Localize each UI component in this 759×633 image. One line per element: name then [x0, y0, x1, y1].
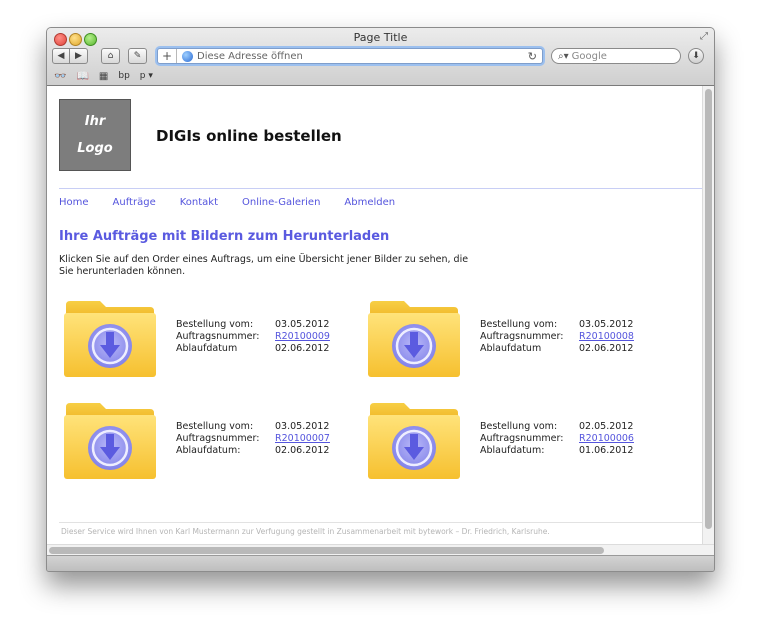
reading-list-icon[interactable]: 👓: [54, 71, 66, 82]
header-divider: [59, 188, 704, 189]
back-arrow-icon: ◀: [57, 51, 65, 61]
pencil-icon: ✎: [133, 51, 142, 61]
order-number-label: Auftragsnummer:: [480, 433, 564, 444]
nav-contact[interactable]: Kontakt: [180, 197, 218, 208]
expiry-label: Ablaufdatum: [176, 343, 238, 354]
nav-online-galleries[interactable]: Online-Galerien: [242, 197, 320, 208]
vertical-scrollbar[interactable]: [702, 86, 714, 544]
expiry-label: Ablaufdatum:: [480, 445, 545, 456]
address-input[interactable]: Diese Adresse öffnen: [197, 51, 528, 62]
download-folder-icon[interactable]: [366, 397, 462, 481]
order-number-link[interactable]: R20100008: [579, 331, 634, 342]
expiry-date: 01.06.2012: [579, 445, 634, 456]
bookmarks-bar: 👓 📖 ▦ bp p ▾: [54, 69, 153, 83]
search-icon: ⌕▾: [558, 50, 569, 62]
home-icon: ⌂: [107, 51, 114, 61]
browser-toolbar: Page Title ⤢ ◀ ▶ ⌂ ✎ + Diese Adresse öff…: [47, 28, 714, 86]
order-card: Bestellung vom: 02.05.2012 Auftragsnummer…: [366, 397, 666, 485]
ordered-label: Bestellung vom:: [176, 319, 254, 330]
nav-logout[interactable]: Abmelden: [344, 197, 395, 208]
search-field[interactable]: ⌕▾ Google: [551, 48, 681, 64]
page-viewport: Ihr Logo DIGIs online bestellen Home Auf…: [47, 86, 714, 544]
intro-text: Klicken Sie auf den Order eines Auftrags…: [59, 254, 469, 277]
forward-button[interactable]: ▶: [70, 48, 88, 64]
order-date: 03.05.2012: [579, 319, 634, 330]
bookmark-folder[interactable]: p ▾: [140, 71, 153, 81]
order-number-label: Auftragsnummer:: [176, 433, 260, 444]
order-card: Bestellung vom: 03.05.2012 Auftragsnummer…: [62, 397, 362, 485]
footer-text: Dieser Service wird Ihnen von Karl Muste…: [61, 527, 550, 536]
order-number-label: Auftragsnummer:: [176, 331, 260, 342]
vertical-scroll-thumb[interactable]: [705, 89, 712, 529]
download-folder-icon[interactable]: [62, 295, 158, 379]
order-number-link[interactable]: R20100009: [275, 331, 330, 342]
site-logo: Ihr Logo: [59, 99, 131, 171]
download-icon: ⬇: [692, 51, 700, 61]
ordered-label: Bestellung vom:: [480, 421, 558, 432]
add-bookmark-icon[interactable]: +: [158, 49, 177, 63]
order-card: Bestellung vom: 03.05.2012 Auftragsnummer…: [366, 295, 666, 383]
bookmarks-book-icon[interactable]: 📖: [76, 71, 88, 82]
order-info: Bestellung vom: 03.05.2012 Auftragsnummer…: [480, 319, 634, 355]
status-bar: [47, 555, 714, 571]
order-date: 03.05.2012: [275, 319, 330, 330]
search-input[interactable]: Google: [572, 51, 607, 62]
fullscreen-icon[interactable]: ⤢: [700, 31, 708, 42]
expiry-label: Ablaufdatum:: [176, 445, 241, 456]
expiry-date: 02.06.2012: [275, 343, 330, 354]
top-sites-grid-icon[interactable]: ▦: [99, 71, 108, 82]
order-date: 02.05.2012: [579, 421, 634, 432]
window-title: Page Title: [353, 31, 408, 44]
expiry-date: 02.06.2012: [275, 445, 330, 456]
logo-line-1: Ihr: [84, 114, 106, 129]
order-info: Bestellung vom: 03.05.2012 Auftragsnummer…: [176, 319, 330, 355]
logo-line-2: Logo: [77, 141, 113, 156]
site-title: DIGIs online bestellen: [156, 127, 342, 145]
footer-divider: [59, 522, 704, 523]
horizontal-scroll-thumb[interactable]: [49, 547, 604, 554]
order-card: Bestellung vom: 03.05.2012 Auftragsnummer…: [62, 295, 362, 383]
download-folder-icon[interactable]: [62, 397, 158, 481]
download-folder-icon[interactable]: [366, 295, 462, 379]
back-button[interactable]: ◀: [52, 48, 70, 64]
expiry-date: 02.06.2012: [579, 343, 634, 354]
page-heading: Ihre Aufträge mit Bildern zum Herunterla…: [59, 229, 390, 244]
reload-icon[interactable]: ↻: [528, 50, 537, 63]
main-nav: Home Aufträge Kontakt Online-Galerien Ab…: [59, 197, 395, 208]
ordered-label: Bestellung vom:: [176, 421, 254, 432]
home-button[interactable]: ⌂: [101, 48, 120, 64]
downloads-button[interactable]: ⬇: [688, 48, 704, 64]
order-number-link[interactable]: R20100007: [275, 433, 330, 444]
address-bar[interactable]: + Diese Adresse öffnen ↻: [157, 48, 543, 64]
expiry-label: Ablaufdatum: [480, 343, 542, 354]
bookmark-item[interactable]: bp: [118, 71, 129, 81]
nav-orders[interactable]: Aufträge: [113, 197, 156, 208]
nav-home[interactable]: Home: [59, 197, 89, 208]
order-number-label: Auftragsnummer:: [480, 331, 564, 342]
order-number-link[interactable]: R20100006: [579, 433, 634, 444]
globe-icon: [182, 50, 193, 62]
order-info: Bestellung vom: 03.05.2012 Auftragsnummer…: [176, 421, 330, 457]
browser-window: Page Title ⤢ ◀ ▶ ⌂ ✎ + Diese Adresse öff…: [46, 27, 715, 572]
edit-bookmarks-button[interactable]: ✎: [128, 48, 147, 64]
forward-arrow-icon: ▶: [75, 51, 82, 61]
ordered-label: Bestellung vom:: [480, 319, 558, 330]
order-info: Bestellung vom: 02.05.2012 Auftragsnummer…: [480, 421, 634, 457]
order-date: 03.05.2012: [275, 421, 330, 432]
